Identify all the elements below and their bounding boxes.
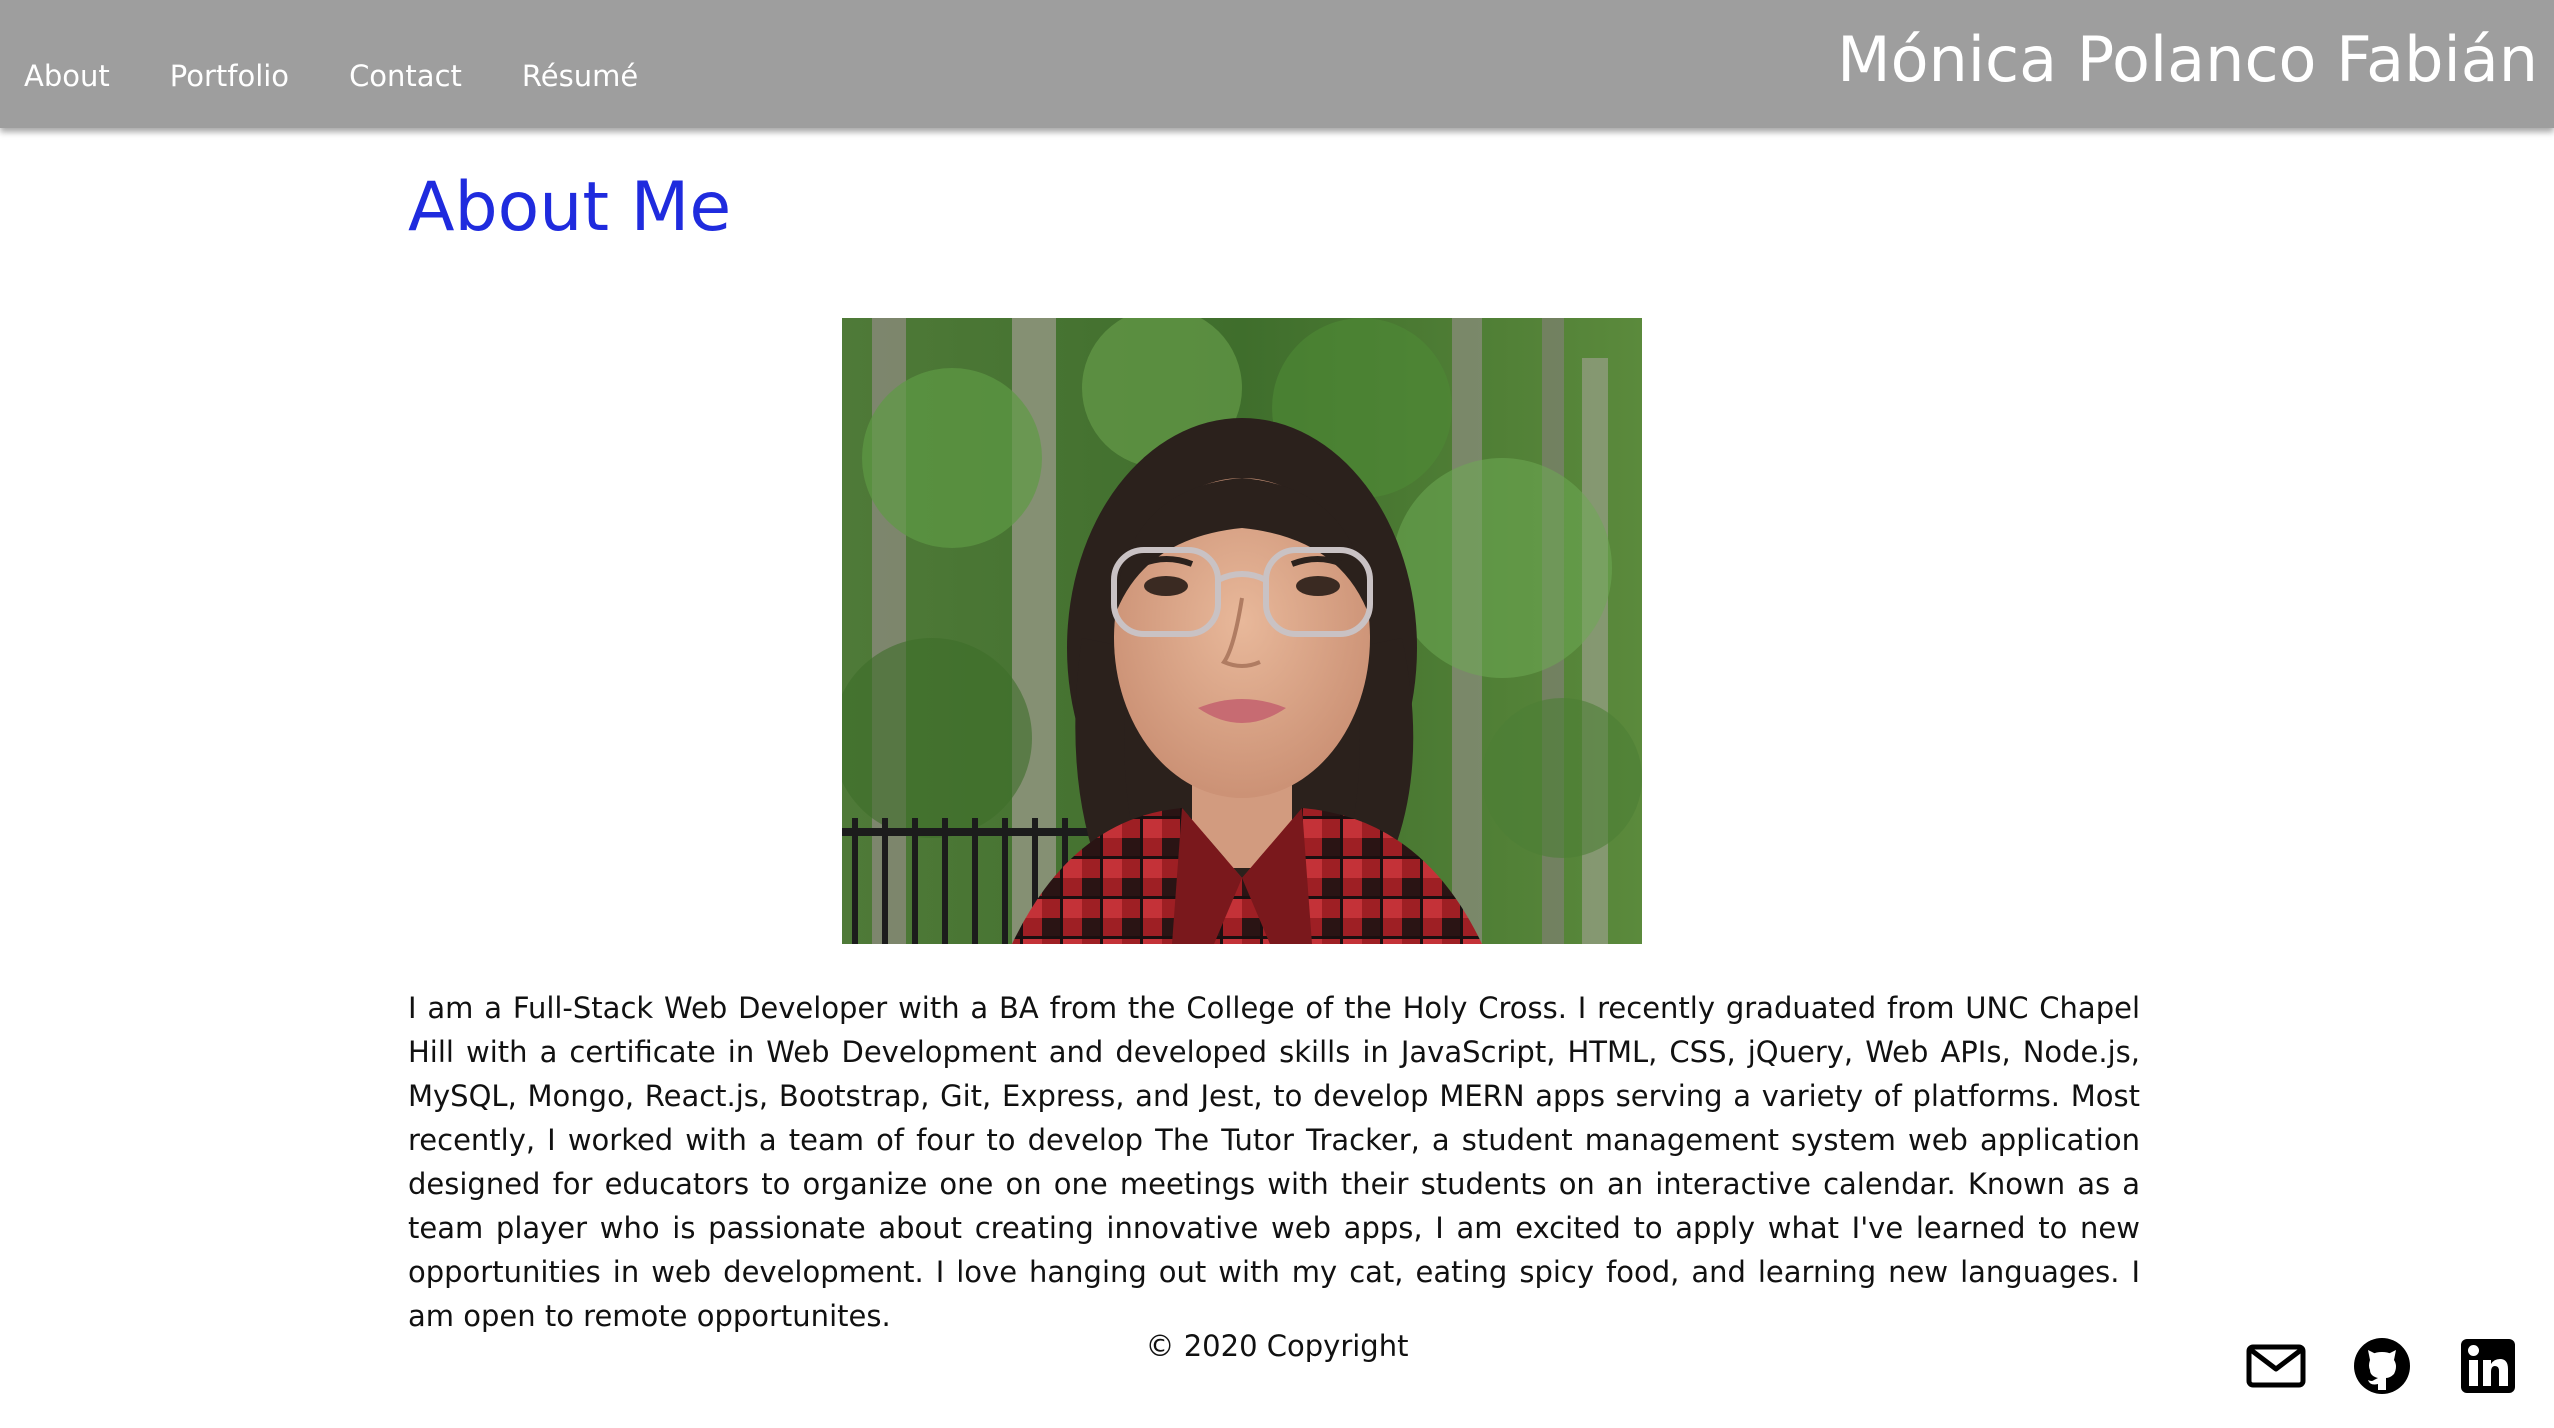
nav-link-about[interactable]: About bbox=[24, 56, 110, 96]
bio-paragraph: I am a Full-Stack Web Developer with a B… bbox=[408, 991, 2140, 1333]
site-name[interactable]: Mónica Polanco Fabián bbox=[1837, 22, 2538, 98]
top-navbar: About Portfolio Contact Résumé Mónica Po… bbox=[0, 0, 2554, 128]
profile-photo bbox=[842, 318, 1642, 944]
nav-link-contact[interactable]: Contact bbox=[349, 56, 462, 96]
linkedin-link[interactable] bbox=[2458, 1336, 2518, 1396]
social-links bbox=[2246, 1336, 2518, 1396]
github-link[interactable] bbox=[2352, 1336, 2412, 1396]
envelope-icon bbox=[2246, 1344, 2306, 1388]
nav-link-resume[interactable]: Résumé bbox=[522, 56, 638, 96]
linkedin-icon bbox=[2461, 1339, 2515, 1393]
github-icon bbox=[2354, 1338, 2410, 1394]
copyright-text: © 2020 Copyright bbox=[1145, 1329, 1409, 1363]
nav-link-portfolio[interactable]: Portfolio bbox=[170, 56, 289, 96]
page-title: About Me bbox=[408, 168, 732, 247]
email-link[interactable] bbox=[2246, 1336, 2306, 1396]
main-nav: About Portfolio Contact Résumé bbox=[24, 56, 698, 96]
